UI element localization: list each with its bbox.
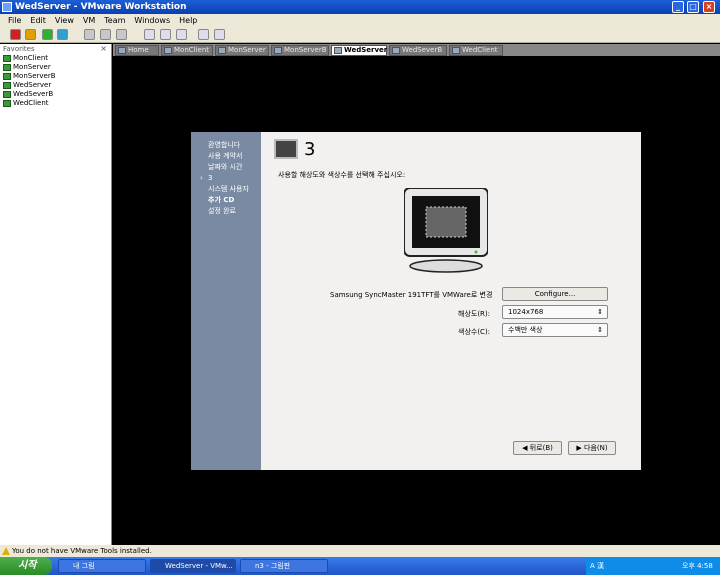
next-arrow-icon: ▶: [576, 444, 584, 452]
vm-icon: [164, 47, 172, 54]
vm-icon: [452, 47, 460, 54]
back-arrow-icon: ◀: [522, 444, 530, 452]
quick-switch-icon[interactable]: [160, 29, 171, 40]
resolution-label: 해상도(R):: [458, 310, 491, 318]
sidebar-toggle-icon[interactable]: [144, 29, 155, 40]
revert-snapshot-icon[interactable]: [100, 29, 111, 40]
task-paint[interactable]: n3 - 그림판: [240, 559, 328, 573]
task-vmware[interactable]: WedServer - VMw...: [150, 559, 236, 573]
vm-icon: [392, 47, 400, 54]
title-bar: WedServer - VMware Workstation _ □ ×: [0, 0, 720, 14]
tab-monserverb[interactable]: MonServerB: [271, 45, 329, 56]
power-on-icon[interactable]: [42, 29, 53, 40]
monitor-label: Samsung SyncMaster 191TFT를 VMWare로 변경: [330, 291, 493, 299]
display-icon: [274, 139, 298, 159]
back-button[interactable]: ◀ 뒤로(B): [513, 441, 562, 455]
vm-icon: [3, 91, 11, 98]
sidebar-item-monclient[interactable]: MonClient: [0, 54, 111, 63]
maximize-button[interactable]: □: [687, 1, 699, 13]
sidebar-header: Favorites ×: [3, 44, 107, 54]
tab-monclient[interactable]: MonClient: [161, 45, 213, 56]
vm-icon: [3, 100, 11, 107]
step-welcome: 환영합니다: [208, 141, 241, 149]
step-finish: 설정 완료: [208, 207, 236, 215]
current-step-marker-icon: ›: [200, 174, 203, 182]
summary-view-icon[interactable]: [214, 29, 225, 40]
vm-icon: [3, 64, 11, 71]
tab-monserver[interactable]: MonServer: [215, 45, 269, 56]
menu-help[interactable]: Help: [179, 16, 197, 25]
display-settings-panel: 3 사용할 해상도와 색상수를 선택해 주십시오:: [261, 132, 641, 470]
home-icon: [118, 47, 126, 54]
full-screen-icon[interactable]: [176, 29, 187, 40]
vm-icon: [3, 73, 11, 80]
menu-bar: File Edit View VM Team Windows Help: [0, 14, 720, 27]
menu-file[interactable]: File: [8, 16, 21, 25]
console-view-icon[interactable]: [198, 29, 209, 40]
next-button[interactable]: ▶ 다음(N): [568, 441, 616, 455]
tab-wedclient[interactable]: WedClient: [449, 45, 503, 56]
color-depth-select[interactable]: 수백만 색상 ⇕: [502, 323, 608, 337]
toolbar: [0, 27, 720, 43]
sidebar-item-wedserver[interactable]: WedServer: [0, 81, 111, 90]
minimize-button[interactable]: _: [672, 1, 684, 13]
instruction-text: 사용할 해상도와 색상수를 선택해 주십시오:: [278, 171, 406, 179]
configure-button[interactable]: Configure...: [502, 287, 608, 301]
color-depth-label: 색상수(C):: [458, 328, 491, 336]
tab-wedseverb[interactable]: WedSeverB: [389, 45, 447, 56]
setup-steps-panel: 환영합니다 사용 계약서 날짜와 시간 › 3 시스템 사용자 추가 CD 설정 …: [191, 132, 261, 470]
reset-icon[interactable]: [57, 29, 68, 40]
snapshot-icon[interactable]: [84, 29, 95, 40]
sidebar-close-icon[interactable]: ×: [100, 44, 107, 54]
sidebar-item-monserver[interactable]: MonServer: [0, 63, 111, 72]
menu-windows[interactable]: Windows: [134, 16, 170, 25]
power-off-icon[interactable]: [10, 29, 21, 40]
menu-view[interactable]: View: [55, 16, 74, 25]
chevron-updown-icon: ⇕: [597, 308, 603, 316]
tab-home[interactable]: Home: [115, 45, 159, 56]
start-button[interactable]: 시작: [0, 557, 52, 575]
ime-indicator[interactable]: A 漢: [590, 557, 604, 575]
window-title: WedServer - VMware Workstation: [15, 2, 187, 12]
menu-team[interactable]: Team: [104, 16, 125, 25]
sidebar-item-monserverb[interactable]: MonServerB: [0, 72, 111, 81]
tab-wedserver[interactable]: WedServer: [331, 45, 387, 56]
favorites-sidebar: Favorites × MonClient MonServer MonServe…: [0, 44, 112, 545]
snapshot-manager-icon[interactable]: [116, 29, 127, 40]
clock: 오후 4:58: [682, 562, 713, 570]
step-current: › 3: [200, 174, 213, 182]
system-tray: A 漢 오후 4:58: [586, 557, 720, 575]
vm-icon: [334, 47, 342, 54]
close-button[interactable]: ×: [703, 1, 715, 13]
status-text: You do not have VMware Tools installed.: [12, 547, 152, 555]
windows-taskbar: 시작 내 그림 WedServer - VMw... n3 - 그림판 A 漢 …: [0, 557, 720, 575]
chevron-updown-icon: ⇕: [597, 326, 603, 334]
resolution-select[interactable]: 1024x768 ⇕: [502, 305, 608, 319]
sidebar-item-wedclient[interactable]: WedClient: [0, 99, 111, 108]
vmware-icon: [2, 2, 12, 12]
status-bar: You do not have VMware Tools installed.: [0, 545, 720, 557]
page-title: 3: [304, 139, 316, 160]
suspend-icon[interactable]: [25, 29, 36, 40]
step-date-time: 날짜와 시간: [208, 163, 243, 171]
sidebar-item-wedseverb[interactable]: WedSeverB: [0, 90, 111, 99]
menu-edit[interactable]: Edit: [30, 16, 46, 25]
vm-icon: [274, 47, 282, 54]
step-license: 사용 계약서: [208, 152, 243, 160]
step-system-user: 시스템 사용자: [208, 185, 249, 193]
monitor-icon: [404, 188, 488, 273]
step-additional-cd: 추가 CD: [208, 196, 235, 204]
warning-icon: [2, 547, 10, 555]
vm-icon: [3, 82, 11, 89]
vm-icon: [3, 55, 11, 62]
vm-tab-bar: Home MonClient MonServer MonServerB WedS…: [113, 44, 720, 56]
task-my-pictures[interactable]: 내 그림: [58, 559, 146, 573]
menu-vm[interactable]: VM: [83, 16, 95, 25]
vm-icon: [218, 47, 226, 54]
